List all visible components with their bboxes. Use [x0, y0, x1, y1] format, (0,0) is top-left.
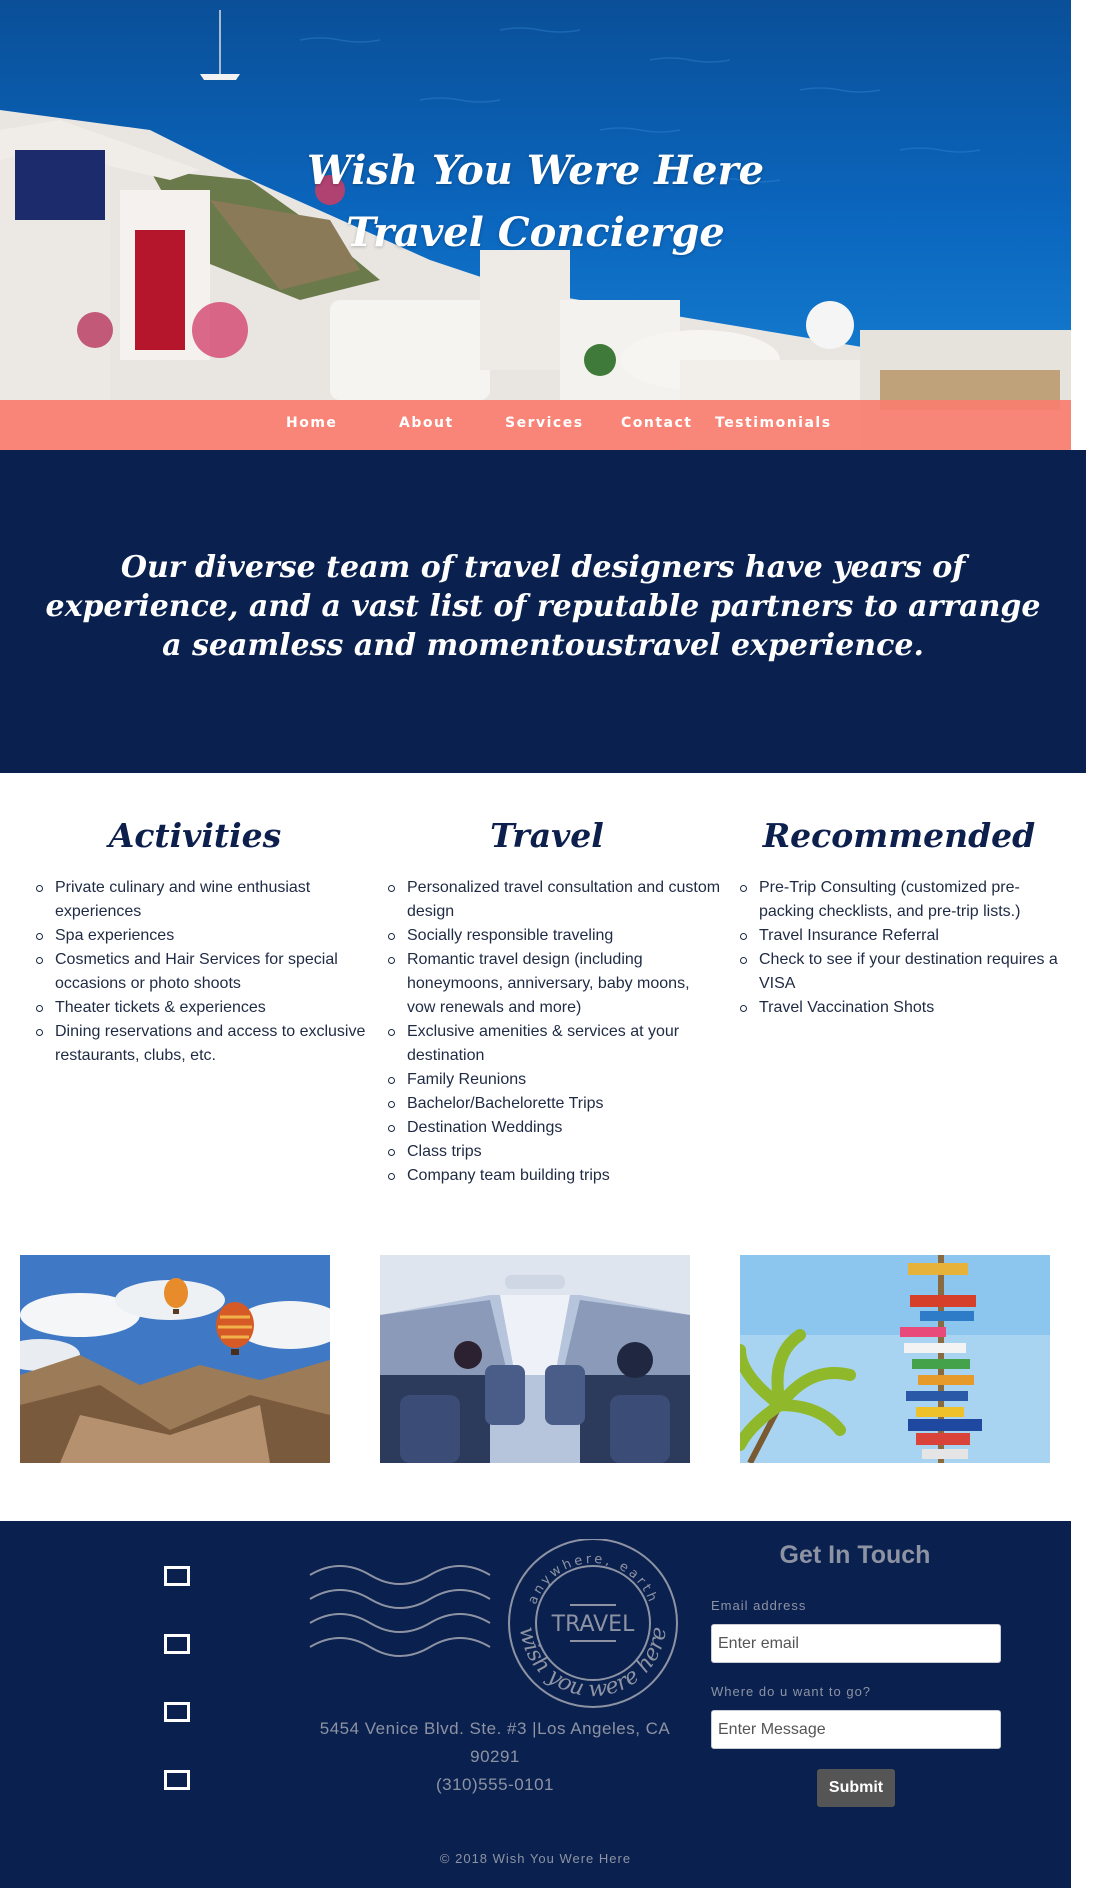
social-icon[interactable] [164, 1566, 190, 1586]
activities-heading: Activities [108, 816, 282, 855]
travel-list: Personalized travel consultation and cus… [372, 876, 722, 1188]
phone-number: (310)555-0101 [435, 1775, 555, 1794]
travel-stamp-logo: anywhere, earth TRAVEL wish you were her… [309, 1539, 678, 1708]
list-item: Exclusive amenities & services at your d… [388, 1020, 722, 1068]
list-item: Destination Weddings [388, 1116, 722, 1140]
hero-banner: Wish You Were Here Travel Concierge Home… [0, 0, 1071, 450]
contact-address: 5454 Venice Blvd. Ste. #3 |Los Angeles, … [300, 1715, 690, 1799]
nav-testimonials[interactable]: Testimonials [715, 415, 832, 431]
list-item: Check to see if your destination require… [740, 948, 1074, 996]
nav-about[interactable]: About [399, 415, 454, 431]
footer: anywhere, earth TRAVEL wish you were her… [0, 1521, 1071, 1888]
mission-statement: Our diverse team of travel designers hav… [45, 550, 1041, 663]
main-nav: Home About Services Contact Testimonials [0, 400, 1071, 450]
list-item: Class trips [388, 1140, 722, 1164]
nav-home[interactable]: Home [286, 415, 337, 431]
stamp-center-text: TRAVEL [551, 1612, 635, 1637]
recommended-column: Recommended Pre-Trip Consulting (customi… [724, 812, 1074, 1020]
list-item: Personalized travel consultation and cus… [388, 876, 722, 924]
recommended-heading: Recommended [762, 816, 1036, 855]
list-item: Spa experiences [36, 924, 370, 948]
recommended-list: Pre-Trip Consulting (customized pre-pack… [724, 876, 1074, 1020]
submit-button[interactable]: Submit [817, 1769, 895, 1807]
address-line2: 90291 [470, 1747, 520, 1766]
activities-column: Activities Private culinary and wine ent… [20, 812, 370, 1068]
destination-label: Where do u want to go? [711, 1684, 872, 1699]
list-item: Theater tickets & experiences [36, 996, 370, 1020]
activities-list: Private culinary and wine enthusiast exp… [20, 876, 370, 1068]
list-item: Travel Insurance Referral [740, 924, 1074, 948]
destination-field[interactable] [711, 1710, 1001, 1749]
hot-air-balloons-photo [20, 1255, 330, 1463]
contact-form-title: Get In Touch [779, 1541, 931, 1569]
list-item: Family Reunions [388, 1068, 722, 1092]
social-icon[interactable] [164, 1634, 190, 1654]
hero-title: Wish You Were Here Travel Concierge [0, 140, 1071, 264]
social-icon[interactable] [164, 1702, 190, 1722]
hero-title-line1: Wish You Were Here [306, 147, 765, 194]
list-item: Private culinary and wine enthusiast exp… [36, 876, 370, 924]
list-item: Bachelor/Bachelorette Trips [388, 1092, 722, 1116]
social-icon[interactable] [164, 1770, 190, 1790]
list-item: Pre-Trip Consulting (customized pre-pack… [740, 876, 1074, 924]
list-item: Socially responsible traveling [388, 924, 722, 948]
svg-text:anywhere, earth: anywhere, earth [525, 1552, 660, 1607]
copyright: © 2018 Wish You Were Here [439, 1851, 632, 1866]
address-line1: 5454 Venice Blvd. Ste. #3 |Los Angeles, … [319, 1719, 671, 1738]
nav-services[interactable]: Services [505, 415, 584, 431]
travel-heading: Travel [490, 816, 604, 855]
email-label: Email address [711, 1598, 807, 1613]
list-item: Romantic travel design (including honeym… [388, 948, 722, 1020]
list-item: Dining reservations and access to exclus… [36, 1020, 370, 1068]
list-item: Cosmetics and Hair Services for special … [36, 948, 370, 996]
email-field[interactable] [711, 1624, 1001, 1663]
list-item: Travel Vaccination Shots [740, 996, 1074, 1020]
airplane-cabin-photo [380, 1255, 690, 1463]
travel-column: Travel Personalized travel consultation … [372, 812, 722, 1188]
list-item: Company team building trips [388, 1164, 722, 1188]
signpost-palm-photo [740, 1255, 1050, 1463]
hero-title-line2: Travel Concierge [346, 209, 725, 256]
nav-contact[interactable]: Contact [621, 415, 693, 431]
mission-section: Our diverse team of travel designers hav… [0, 450, 1086, 773]
stamp-top-text: anywhere, earth [525, 1552, 657, 1607]
